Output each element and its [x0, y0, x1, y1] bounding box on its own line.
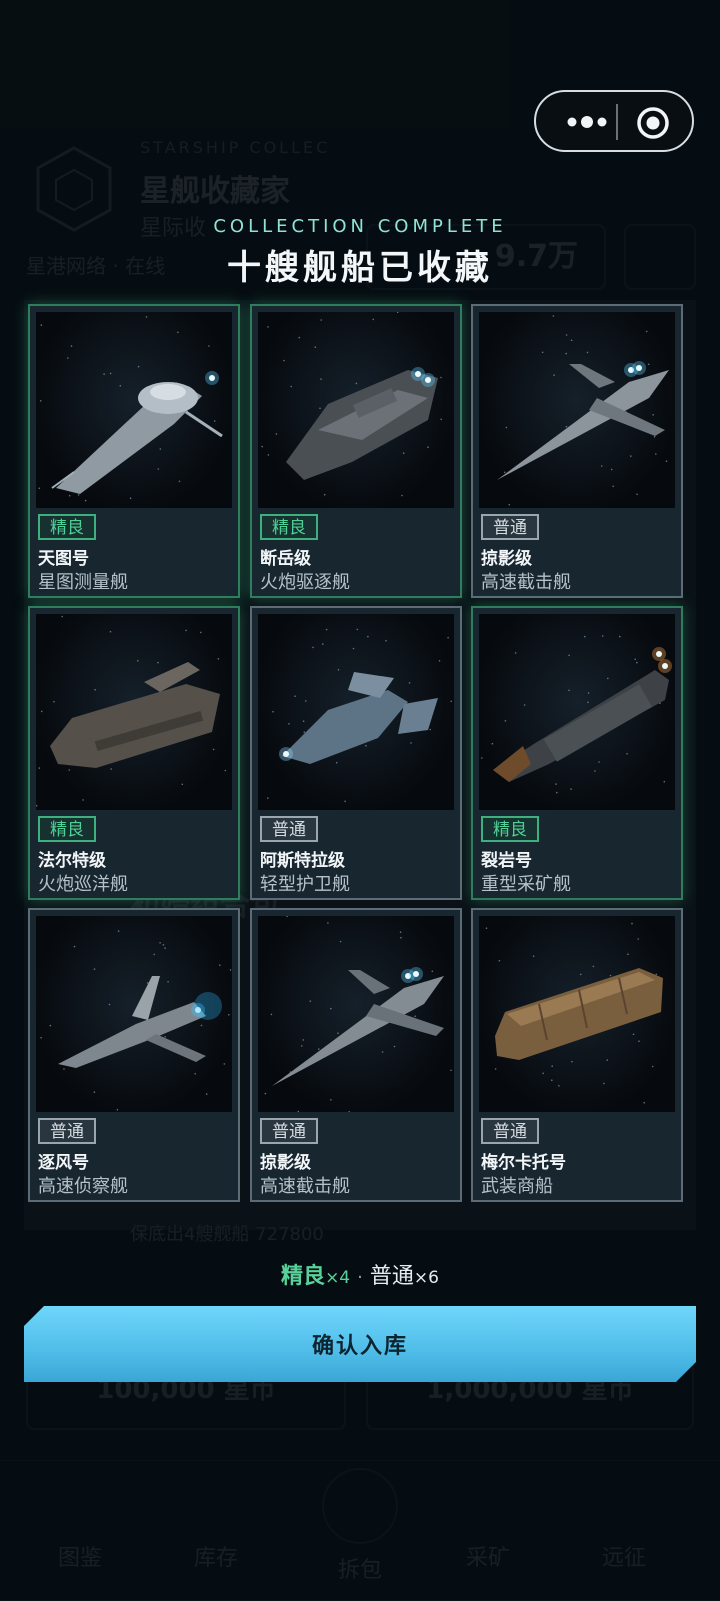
ship-name: 掠影级: [260, 1153, 311, 1173]
summary-normal-count: ×6: [413, 1268, 439, 1288]
ship-image: [36, 312, 232, 508]
ship-class: 高速截击舰: [260, 1176, 350, 1197]
ship-class: 武装商船: [481, 1176, 553, 1197]
rarity-badge: 精良: [260, 514, 318, 540]
ship-name: 裂岩号: [481, 851, 532, 871]
rarity-summary: 精良×4 · 普通×6: [0, 1258, 720, 1290]
ship-image: [479, 916, 675, 1112]
rarity-badge: 精良: [38, 514, 96, 540]
ship-card[interactable]: 普通 逐风号 高速侦察舰: [28, 908, 240, 1202]
starship-illustration: [261, 312, 442, 497]
ship-card[interactable]: 普通 掠影级 高速截击舰: [250, 908, 462, 1202]
ship-class: 星图测量舰: [38, 572, 128, 593]
ship-card[interactable]: 普通 阿斯特拉级 轻型护卫舰: [250, 606, 462, 900]
ship-class: 重型采矿舰: [481, 874, 571, 895]
ship-image: [258, 614, 454, 810]
confirm-store-button[interactable]: 确认入库: [24, 1306, 696, 1382]
rarity-badge: 普通: [260, 816, 318, 842]
ship-class: 轻型护卫舰: [260, 874, 350, 895]
ship-card[interactable]: 普通 梅尔卡托号 武装商船: [471, 908, 683, 1202]
starship-illustration: [481, 635, 672, 794]
ship-image: [479, 614, 675, 810]
starship-illustration: [497, 315, 669, 506]
summary-normal-label: 普通: [369, 1264, 414, 1289]
starship-illustration: [38, 316, 223, 502]
ship-class: 高速侦察舰: [38, 1176, 128, 1197]
starship-illustration: [36, 615, 227, 807]
rarity-badge: 普通: [38, 1118, 96, 1144]
ship-name: 天图号: [38, 549, 89, 569]
ship-card[interactable]: 精良 裂岩号 重型采矿舰: [471, 606, 683, 900]
rarity-badge: 普通: [481, 514, 539, 540]
ship-name: 逐风号: [38, 1153, 89, 1173]
miniprogram-capsule: [534, 90, 694, 152]
heading-zh: 十艘舰船已收藏: [227, 248, 493, 288]
ship-class: 高速截击舰: [481, 572, 571, 593]
ship-class: 火炮巡洋舰: [38, 874, 128, 895]
summary-elite-count: ×4: [325, 1268, 351, 1288]
ship-name: 阿斯特拉级: [260, 851, 345, 871]
ship-name: 法尔特级: [38, 851, 106, 871]
starship-illustration: [267, 628, 452, 803]
ship-class: 火炮驱逐舰: [260, 572, 350, 593]
summary-separator: ·: [357, 1267, 363, 1288]
rarity-badge: 精良: [38, 816, 96, 842]
ship-card[interactable]: 精良 法尔特级 火炮巡洋舰: [28, 606, 240, 900]
ship-image: [36, 916, 232, 1112]
starship-illustration: [264, 916, 452, 1112]
target-circle-icon[interactable]: [636, 106, 670, 140]
ship-card[interactable]: 精良 天图号 星图测量舰: [28, 304, 240, 598]
ship-image: [479, 312, 675, 508]
ship-name: 断岳级: [260, 549, 311, 569]
more-dots-icon[interactable]: [558, 108, 616, 136]
rarity-badge: 普通: [481, 1118, 539, 1144]
summary-elite-label: 精良: [281, 1264, 326, 1289]
ship-image: [258, 312, 454, 508]
ship-card-grid: 精良 天图号 星图测量舰 精良 断岳级 火炮驱逐舰 普通 掠影级 高速截击舰 精…: [24, 300, 696, 1230]
ship-image: [258, 916, 454, 1112]
ship-name: 梅尔卡托号: [481, 1153, 566, 1173]
ship-name: 掠影级: [481, 549, 532, 569]
ship-card[interactable]: 普通 掠影级 高速截击舰: [471, 304, 683, 598]
starship-illustration: [485, 922, 663, 1104]
rarity-badge: 普通: [260, 1118, 318, 1144]
capsule-divider: [616, 104, 618, 140]
starship-illustration: [40, 930, 232, 1111]
rarity-badge: 精良: [481, 816, 539, 842]
ship-card[interactable]: 精良 断岳级 火炮驱逐舰: [250, 304, 462, 598]
ship-image: [36, 614, 232, 810]
heading-en: COLLECTION COMPLETE: [213, 216, 507, 237]
